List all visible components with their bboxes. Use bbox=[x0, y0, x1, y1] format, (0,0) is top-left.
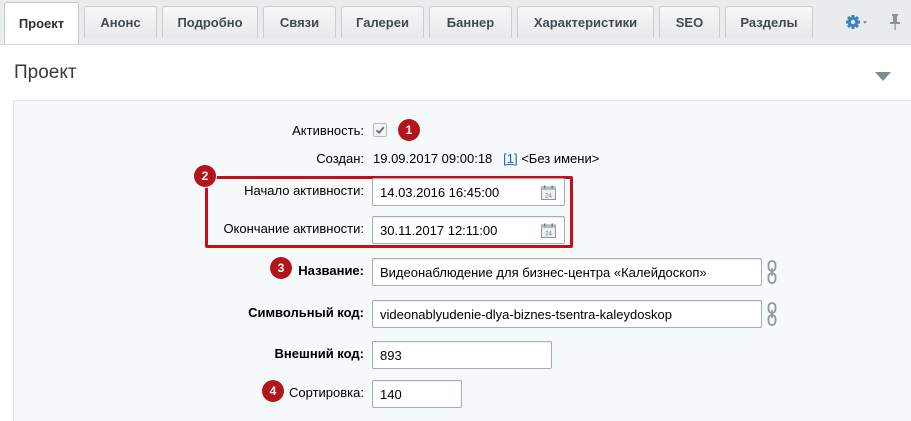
tab-project[interactable]: Проект bbox=[4, 2, 79, 44]
tab-galleries[interactable]: Галереи bbox=[341, 6, 424, 38]
created-user-id-link[interactable]: [1] bbox=[503, 151, 517, 166]
created-date: 19.09.2017 09:00:18 bbox=[373, 151, 493, 166]
gear-icon bbox=[846, 15, 867, 29]
pin-icon bbox=[890, 14, 900, 30]
active-from-input[interactable]: 14.03.2016 16:45:00 24 bbox=[372, 178, 565, 206]
tab-seo[interactable]: SEO bbox=[659, 6, 720, 38]
badge-3: 3 bbox=[270, 257, 292, 279]
checkmark-icon bbox=[375, 126, 385, 135]
code-input[interactable]: videonablyudenie-dlya-biznes-tsentra-kal… bbox=[372, 300, 762, 328]
sort-input[interactable]: 140 bbox=[372, 380, 462, 408]
tab-banner[interactable]: Баннер bbox=[429, 6, 512, 38]
section-title: Проект bbox=[14, 62, 77, 83]
name-input[interactable]: Видеонаблюдение для бизнес-центра «Калей… bbox=[372, 258, 762, 286]
badge-2: 2 bbox=[194, 165, 216, 187]
svg-text:24: 24 bbox=[545, 194, 552, 200]
created-value: 19.09.2017 09:00:18 [1] <Без имени> bbox=[373, 151, 599, 166]
active-from-label: Начало активности: bbox=[244, 183, 364, 198]
divider bbox=[0, 44, 911, 45]
tab-announce[interactable]: Анонс bbox=[84, 6, 157, 38]
badge-4: 4 bbox=[262, 380, 284, 402]
tab-links[interactable]: Связи bbox=[263, 6, 336, 38]
xml-id-input[interactable]: 893 bbox=[372, 341, 552, 369]
active-to-label: Окончание активности: bbox=[223, 221, 364, 236]
svg-text:24: 24 bbox=[545, 232, 552, 238]
xml-id-value: 893 bbox=[380, 347, 402, 363]
chevron-down-icon bbox=[875, 72, 891, 81]
settings-button[interactable] bbox=[845, 14, 869, 30]
active-checkbox[interactable] bbox=[373, 123, 387, 137]
active-to-input[interactable]: 30.11.2017 12:11:00 24 bbox=[372, 216, 565, 244]
name-label: Название: bbox=[298, 263, 364, 278]
tab-bar: Проект Анонс Подробно Связи Галереи Банн… bbox=[0, 0, 911, 44]
calendar-icon[interactable]: 24 bbox=[541, 223, 556, 238]
calendar-icon[interactable]: 24 bbox=[541, 185, 556, 200]
created-label: Создан: bbox=[316, 151, 364, 166]
chain-link-icon[interactable] bbox=[766, 260, 778, 284]
chain-link-icon[interactable] bbox=[766, 302, 778, 326]
code-label: Символьный код: bbox=[248, 305, 364, 320]
sort-label: Сортировка: bbox=[289, 385, 364, 400]
active-label: Активность: bbox=[292, 123, 364, 138]
name-value: Видеонаблюдение для бизнес-центра «Калей… bbox=[380, 264, 707, 280]
active-from-value: 14.03.2016 16:45:00 bbox=[380, 184, 500, 200]
badge-1: 1 bbox=[398, 119, 420, 141]
caret-down-icon bbox=[863, 21, 867, 24]
xml-id-label: Внешний код: bbox=[274, 346, 364, 361]
pin-button[interactable] bbox=[889, 13, 901, 31]
code-value: videonablyudenie-dlya-biznes-tsentra-kal… bbox=[380, 306, 672, 322]
sort-value: 140 bbox=[380, 386, 402, 402]
tab-details[interactable]: Подробно bbox=[162, 6, 258, 38]
tab-characteristics[interactable]: Характеристики bbox=[517, 6, 654, 38]
created-user-name: <Без имени> bbox=[521, 151, 600, 166]
collapse-button[interactable] bbox=[875, 69, 891, 81]
active-to-value: 30.11.2017 12:11:00 bbox=[380, 222, 498, 238]
tab-sections[interactable]: Разделы bbox=[725, 6, 813, 38]
